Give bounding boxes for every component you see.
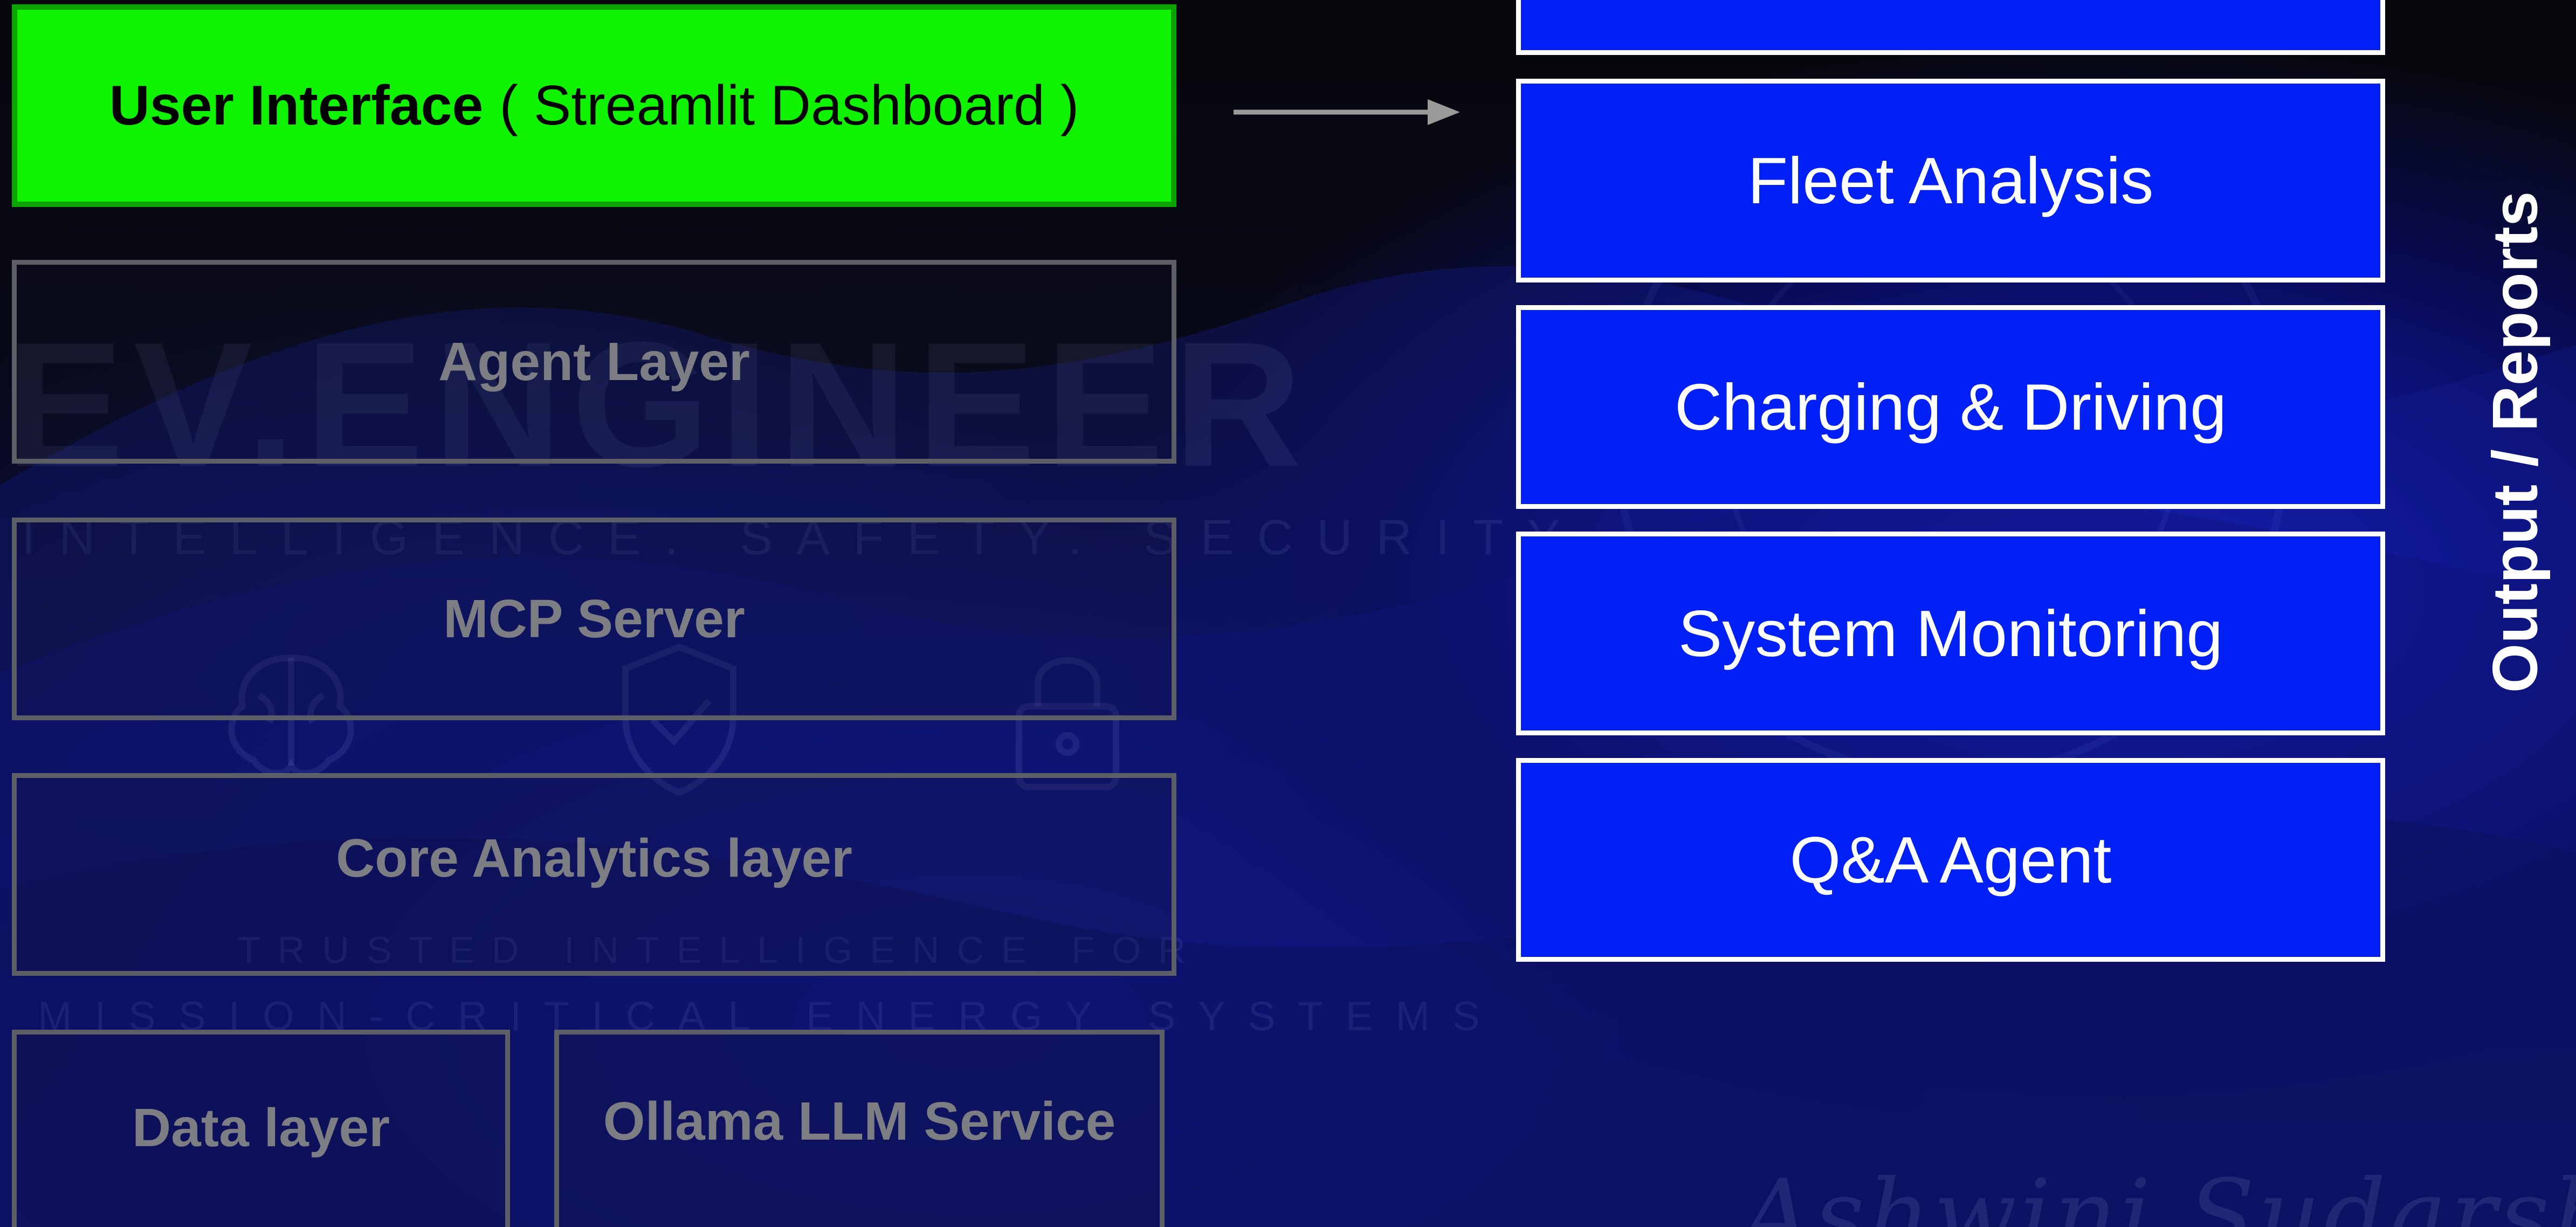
agent-layer-box: Agent Layer: [12, 260, 1176, 464]
data-layer-box: Data layer: [12, 1030, 510, 1227]
charging-driving-box: Charging & Driving: [1516, 305, 2385, 509]
user-interface-box: User Interface ( Streamlit Dashboard ): [12, 4, 1176, 207]
architecture-diagram: EV.ENGINEER INTELLIGENCE. SAFETY. SECURI…: [0, 0, 2576, 1227]
fleet-analysis-box: Fleet Analysis: [1516, 79, 2385, 282]
ollama-llm-service-label: Ollama LLM Service: [603, 1091, 1116, 1152]
watermark-signature: Ashwini Sudarshan: [1741, 1159, 2576, 1227]
user-interface-sublabel: ( Streamlit Dashboard ): [499, 74, 1079, 137]
agent-layer-label: Agent Layer: [438, 331, 750, 392]
data-layer-label: Data layer: [132, 1097, 390, 1158]
mcp-server-label: MCP Server: [443, 588, 745, 649]
mcp-server-box: MCP Server: [12, 518, 1176, 720]
user-interface-label: User Interface: [109, 74, 484, 137]
right-arrow-icon: [1234, 99, 1460, 125]
fleet-analysis-label: Fleet Analysis: [1747, 144, 2154, 217]
system-monitoring-label: System Monitoring: [1678, 597, 2223, 670]
qa-agent-label: Q&A Agent: [1789, 823, 2112, 897]
output-reports-label: Output / Reports: [2479, 191, 2551, 693]
core-analytics-label: Core Analytics layer: [336, 828, 852, 888]
qa-agent-box: Q&A Agent: [1516, 758, 2385, 962]
output-box-top-partial: [1516, 0, 2385, 55]
ollama-llm-service-box: Ollama LLM Service: [554, 1030, 1165, 1227]
charging-driving-label: Charging & Driving: [1675, 370, 2227, 444]
core-analytics-box: Core Analytics layer: [12, 773, 1176, 976]
output-reports-label-container: Output / Reports: [2453, 173, 2576, 712]
system-monitoring-box: System Monitoring: [1516, 532, 2385, 735]
